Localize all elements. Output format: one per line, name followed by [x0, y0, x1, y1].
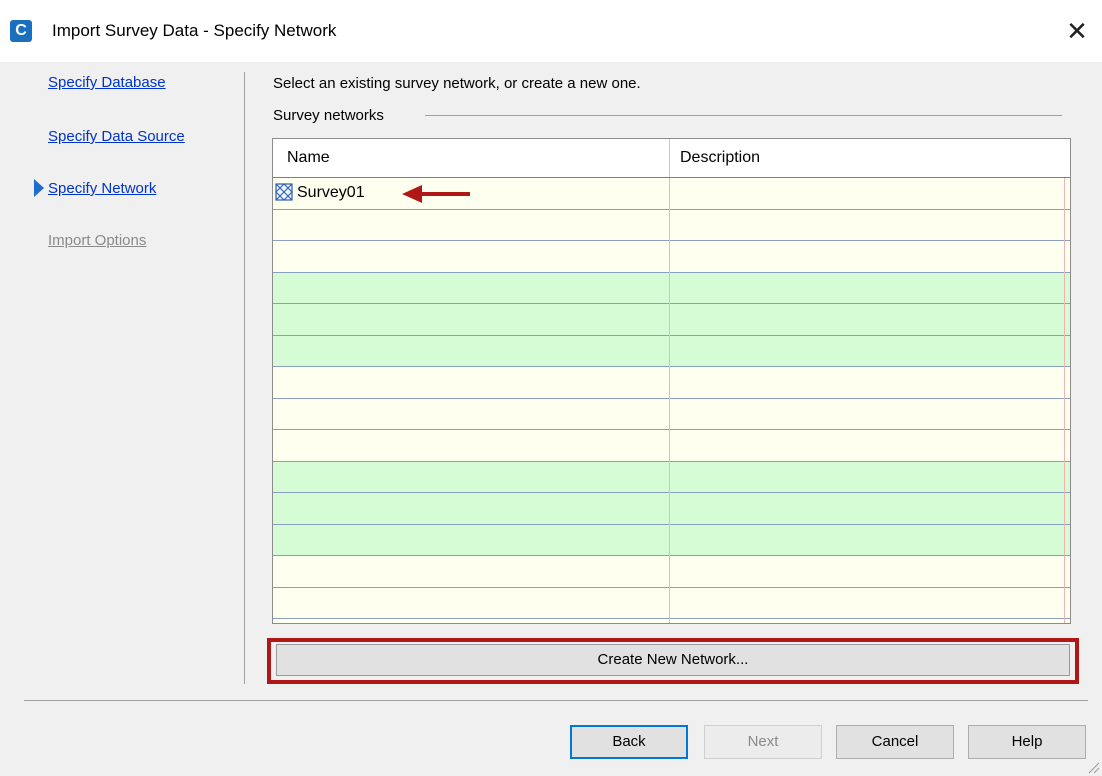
survey-network-icon	[275, 183, 293, 201]
table-row[interactable]	[273, 398, 1070, 430]
table-row[interactable]	[273, 587, 1070, 619]
resize-grip-icon[interactable]	[1086, 760, 1100, 774]
table-row[interactable]	[273, 524, 1070, 556]
cancel-button[interactable]: Cancel	[836, 725, 954, 759]
column-divider[interactable]	[669, 139, 670, 177]
group-divider	[425, 115, 1062, 116]
table-row[interactable]	[273, 272, 1070, 304]
instruction-text: Select an existing survey network, or cr…	[273, 75, 641, 92]
row-name-label: Survey01	[297, 184, 365, 201]
survey-networks-grid[interactable]: Name Description Survey01	[272, 138, 1071, 624]
column-header-description[interactable]: Description	[680, 139, 760, 177]
current-step-marker-icon	[34, 179, 44, 197]
nav-step-specify-database[interactable]: Specify Database	[48, 74, 166, 91]
column-line-end	[1064, 178, 1065, 623]
grid-rows: Survey01	[273, 178, 1070, 619]
table-row[interactable]	[273, 461, 1070, 493]
table-row[interactable]: Survey01	[273, 178, 1070, 210]
table-row[interactable]	[273, 430, 1070, 462]
annotation-arrow-icon	[402, 185, 470, 203]
window-title: Import Survey Data - Specify Network	[52, 21, 337, 40]
footer-divider	[24, 700, 1088, 701]
help-button[interactable]: Help	[968, 725, 1086, 759]
table-row[interactable]	[273, 493, 1070, 525]
title-bar: C Import Survey Data - Specify Network ✕	[0, 0, 1102, 62]
create-new-network-button[interactable]: Create New Network...	[276, 644, 1070, 676]
column-header-name[interactable]: Name	[287, 139, 330, 177]
table-row[interactable]	[273, 335, 1070, 367]
nav-step-specify-network[interactable]: Specify Network	[48, 180, 156, 197]
next-button: Next	[704, 725, 822, 759]
column-line	[669, 178, 670, 623]
app-icon: C	[10, 20, 32, 42]
back-button[interactable]: Back	[570, 725, 688, 759]
table-row[interactable]	[273, 209, 1070, 241]
nav-step-import-options: Import Options	[48, 232, 147, 249]
nav-step-specify-data-source[interactable]: Specify Data Source	[48, 128, 185, 145]
survey-networks-label: Survey networks	[273, 107, 384, 124]
grid-header: Name Description	[273, 139, 1070, 178]
close-icon: ✕	[1066, 16, 1088, 46]
table-row[interactable]	[273, 304, 1070, 336]
table-row[interactable]	[273, 556, 1070, 588]
table-row[interactable]	[273, 367, 1070, 399]
vertical-divider	[244, 72, 245, 684]
table-row[interactable]	[273, 241, 1070, 273]
close-button[interactable]: ✕	[1052, 0, 1102, 62]
